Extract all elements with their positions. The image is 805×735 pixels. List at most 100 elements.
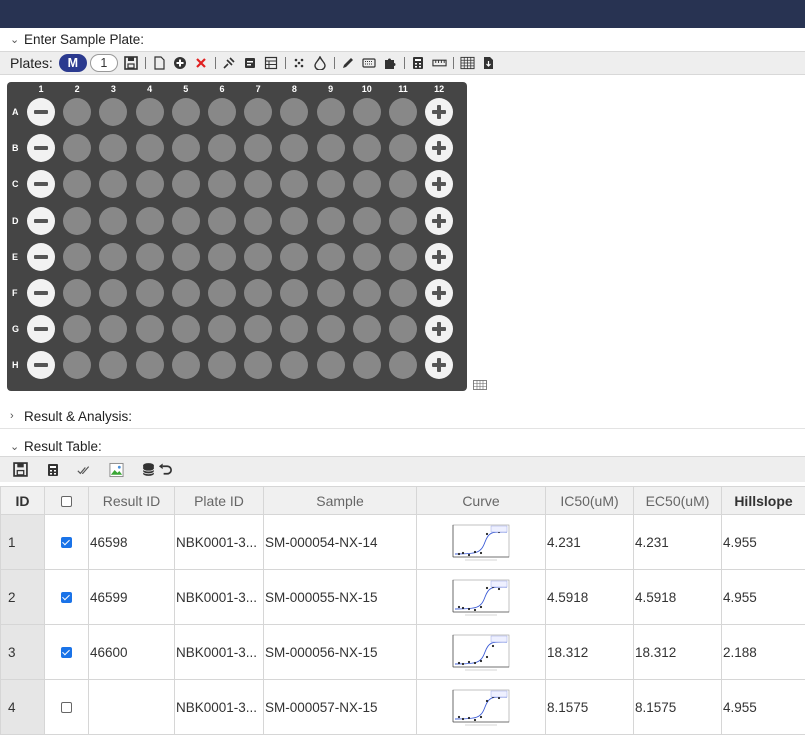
well[interactable] xyxy=(99,98,128,126)
column-label[interactable]: 9 xyxy=(317,84,345,94)
row-checkbox[interactable] xyxy=(61,592,72,604)
column-label[interactable]: 6 xyxy=(208,84,236,94)
minus-control-well[interactable] xyxy=(27,206,55,235)
calculator-icon[interactable] xyxy=(411,56,426,71)
well[interactable] xyxy=(389,98,417,126)
minus-control-well[interactable] xyxy=(27,134,55,163)
save-icon[interactable] xyxy=(124,56,139,71)
curve-thumbnail[interactable] xyxy=(441,522,521,562)
well[interactable] xyxy=(63,170,92,199)
column-label[interactable]: 7 xyxy=(244,84,272,94)
dots-icon[interactable] xyxy=(292,56,307,71)
well[interactable] xyxy=(352,98,381,126)
row-label[interactable]: B xyxy=(12,143,22,153)
calculator-icon[interactable] xyxy=(45,462,60,477)
save-icon[interactable] xyxy=(13,462,28,477)
well[interactable] xyxy=(389,134,417,163)
column-label[interactable]: 2 xyxy=(63,84,91,94)
well[interactable] xyxy=(208,98,236,126)
well[interactable] xyxy=(244,98,273,126)
section-result-table[interactable]: ⌄ Result Table: xyxy=(10,437,102,455)
well[interactable] xyxy=(352,279,381,307)
well[interactable] xyxy=(280,279,309,307)
well[interactable] xyxy=(316,279,345,307)
well[interactable] xyxy=(280,351,309,380)
plate-tab-master[interactable]: M xyxy=(58,54,87,72)
plus-control-well[interactable] xyxy=(425,279,454,307)
plate-tab-1[interactable]: 1 xyxy=(89,54,118,72)
well[interactable] xyxy=(316,315,345,344)
well[interactable] xyxy=(389,206,417,235)
plus-control-well[interactable] xyxy=(425,170,454,199)
well[interactable] xyxy=(316,351,345,380)
keyboard-icon[interactable] xyxy=(362,56,377,71)
well[interactable] xyxy=(389,351,417,380)
well[interactable] xyxy=(99,242,128,271)
well[interactable] xyxy=(316,170,345,199)
pencil-icon[interactable] xyxy=(341,56,356,71)
well[interactable] xyxy=(208,206,236,235)
row-checkbox[interactable] xyxy=(61,647,72,659)
row-label[interactable]: E xyxy=(12,252,22,262)
col-header-ic50[interactable]: IC50(uM) xyxy=(545,486,634,515)
well[interactable] xyxy=(244,170,273,199)
column-label[interactable]: 4 xyxy=(136,84,164,94)
well[interactable] xyxy=(135,98,164,126)
well[interactable] xyxy=(171,351,200,380)
minus-control-well[interactable] xyxy=(27,315,55,344)
well[interactable] xyxy=(135,315,164,344)
col-header-ec50[interactable]: EC50(uM) xyxy=(633,486,722,515)
well[interactable] xyxy=(171,206,200,235)
database-icon[interactable] xyxy=(141,462,156,477)
plus-control-well[interactable] xyxy=(425,134,454,163)
well[interactable] xyxy=(352,170,381,199)
well[interactable] xyxy=(135,242,164,271)
well[interactable] xyxy=(352,351,381,380)
well[interactable] xyxy=(135,134,164,163)
plus-control-well[interactable] xyxy=(425,351,454,380)
well[interactable] xyxy=(389,279,417,307)
col-header-sample[interactable]: Sample xyxy=(263,486,417,515)
well[interactable] xyxy=(280,98,309,126)
well[interactable] xyxy=(280,206,309,235)
minus-control-well[interactable] xyxy=(27,98,55,126)
well[interactable] xyxy=(99,315,128,344)
column-label[interactable]: 5 xyxy=(172,84,200,94)
curve-thumbnail[interactable] xyxy=(441,632,521,672)
well[interactable] xyxy=(171,315,200,344)
well[interactable] xyxy=(316,134,345,163)
plus-control-well[interactable] xyxy=(425,315,454,344)
well[interactable] xyxy=(63,279,92,307)
column-label[interactable]: 3 xyxy=(99,84,127,94)
well[interactable] xyxy=(63,206,92,235)
section-result-analysis[interactable]: › Result & Analysis: xyxy=(10,407,132,425)
well[interactable] xyxy=(208,134,236,163)
well[interactable] xyxy=(316,242,345,271)
puzzle-icon[interactable] xyxy=(383,56,398,71)
table-icon[interactable] xyxy=(264,56,279,71)
section-enter-sample-plate[interactable]: ⌄ Enter Sample Plate: xyxy=(10,30,144,48)
well[interactable] xyxy=(99,170,128,199)
well[interactable] xyxy=(135,170,164,199)
well[interactable] xyxy=(316,206,345,235)
select-all-checkbox[interactable] xyxy=(61,496,72,508)
well[interactable] xyxy=(63,134,92,163)
well[interactable] xyxy=(280,170,309,199)
well[interactable] xyxy=(135,351,164,380)
clipboard-icon[interactable] xyxy=(243,56,258,71)
well[interactable] xyxy=(352,242,381,271)
row-label[interactable]: A xyxy=(12,107,22,117)
well[interactable] xyxy=(171,134,200,163)
double-check-icon[interactable] xyxy=(77,462,92,477)
curve-thumbnail[interactable] xyxy=(441,687,521,727)
well[interactable] xyxy=(99,134,128,163)
row-label[interactable]: C xyxy=(12,179,22,189)
column-label[interactable]: 8 xyxy=(280,84,308,94)
well[interactable] xyxy=(244,315,273,344)
export-file-icon[interactable] xyxy=(481,56,496,71)
well[interactable] xyxy=(208,351,236,380)
well[interactable] xyxy=(208,242,236,271)
table-row[interactable]: 4 NBK0001-3... SM-000057-NX-15 8.1575 8.… xyxy=(0,679,805,735)
well[interactable] xyxy=(244,242,273,271)
well[interactable] xyxy=(135,206,164,235)
